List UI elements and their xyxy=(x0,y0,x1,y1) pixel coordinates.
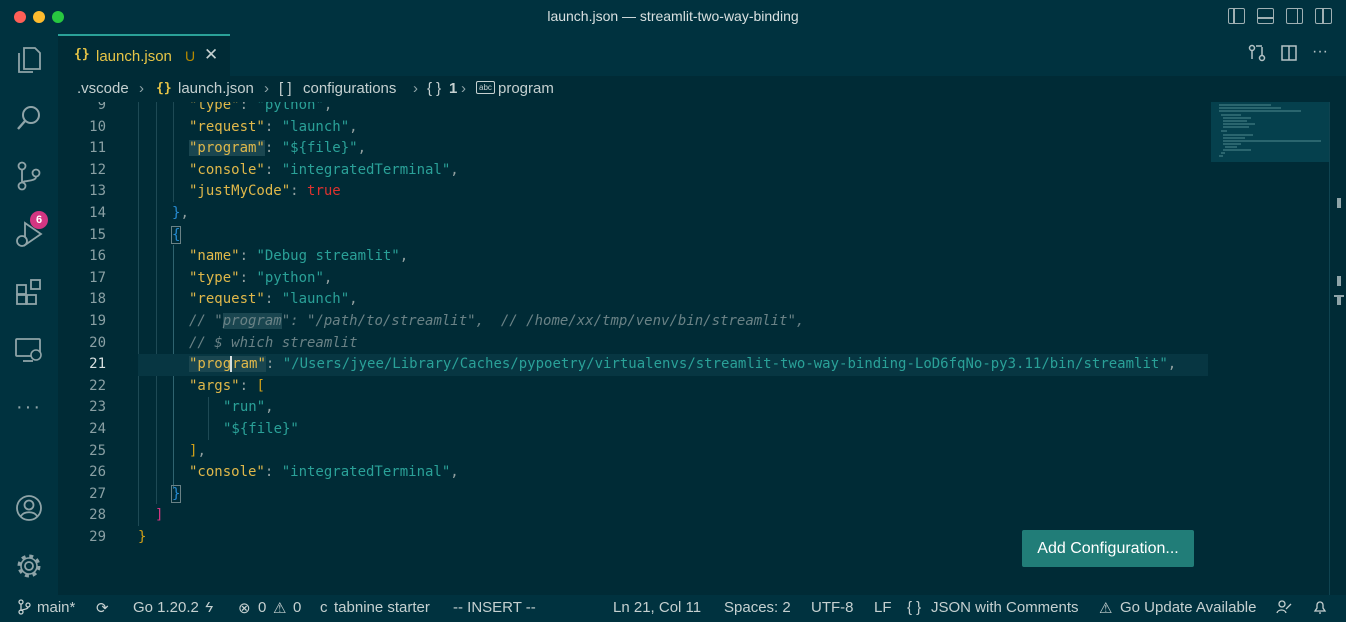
customize-layout-icon[interactable] xyxy=(1315,8,1332,24)
language-braces-icon: { } xyxy=(907,599,922,616)
tab-launch-json[interactable]: {} launch.json U ✕ xyxy=(58,34,230,76)
toggle-secondary-sidebar-icon[interactable] xyxy=(1286,8,1303,24)
run-and-debug-icon[interactable] xyxy=(13,218,45,250)
code-line: 25], xyxy=(89,442,206,459)
code-line: 13 "justMyCode": true xyxy=(89,183,341,200)
scrollbar-marker xyxy=(1337,276,1341,286)
language-mode[interactable]: JSON with Comments xyxy=(931,599,1079,616)
code-line: 22 "args": [ xyxy=(89,377,265,394)
tab-label: launch.json xyxy=(96,48,172,65)
indentation[interactable]: Spaces: 2 xyxy=(724,599,791,616)
chevron-right-icon: › xyxy=(264,80,269,97)
code-line: 15{ xyxy=(89,225,182,244)
code-line: 17 "type": "python", xyxy=(89,269,333,286)
code-line: 20// $ which streamlit xyxy=(89,334,358,351)
code-line: 27} xyxy=(89,484,182,503)
warning-count[interactable]: 0 xyxy=(293,599,301,616)
settings-gear-icon[interactable] xyxy=(13,550,45,582)
title-bar: launch.json — streamlit-two-way-binding xyxy=(0,0,1346,34)
encoding[interactable]: UTF-8 xyxy=(811,599,854,616)
branch-icon xyxy=(18,599,31,619)
chevron-right-icon: › xyxy=(461,80,466,97)
tab-git-status: U xyxy=(185,48,196,64)
warning-icon: ⚠ xyxy=(273,600,287,617)
code-line: 19// "program": "/path/to/streamlit", //… xyxy=(89,313,805,329)
go-version[interactable]: Go 1.20.2 xyxy=(133,599,199,616)
toggle-primary-sidebar-icon[interactable] xyxy=(1228,8,1245,24)
array-icon: [ ] xyxy=(279,80,292,97)
toggle-panel-icon[interactable] xyxy=(1257,8,1274,24)
search-icon[interactable] xyxy=(13,102,45,134)
open-changes-icon[interactable] xyxy=(1248,44,1266,67)
notifications-bell-icon[interactable] xyxy=(1312,599,1328,619)
layout-controls xyxy=(1228,8,1332,24)
warning-icon: ⚠ xyxy=(1099,600,1113,617)
scrollbar-marker xyxy=(1337,198,1341,208)
status-bar: main* ⟳ Go 1.20.2 ϟ ⊗ 0 ⚠ 0 ϲ tabnine st… xyxy=(0,595,1346,622)
chevron-right-icon: › xyxy=(413,80,418,97)
code-line: 11 "program": "${file}", xyxy=(89,140,367,157)
tabnine-status[interactable]: tabnine starter xyxy=(334,599,430,616)
more-views-icon[interactable]: ··· xyxy=(13,391,45,423)
scrollbar-marker xyxy=(1337,295,1341,305)
vim-mode: -- INSERT -- xyxy=(453,599,536,616)
code-editor[interactable]: 9 "type": "python", 10 "request": "launch"… xyxy=(58,102,1346,595)
cursor-position[interactable]: Ln 21, Col 11 xyxy=(613,599,701,616)
explorer-icon[interactable] xyxy=(13,44,45,76)
breadcrumb-property[interactable]: program xyxy=(498,80,554,97)
minimap[interactable] xyxy=(1211,102,1329,162)
sync-icon[interactable]: ⟳ xyxy=(96,599,109,617)
feedback-icon[interactable] xyxy=(1276,599,1292,619)
end-of-line[interactable]: LF xyxy=(874,599,892,616)
code-line: 26 "console": "integratedTerminal", xyxy=(89,464,459,481)
activity-bar: 6 ··· xyxy=(0,34,58,595)
code-line: 9 "type": "python", xyxy=(97,102,333,113)
code-line: 12 "console": "integratedTerminal", xyxy=(89,161,459,178)
extensions-icon[interactable] xyxy=(13,276,45,308)
remote-explorer-icon[interactable] xyxy=(13,334,45,366)
code-line-current: 21 "program": "/Users/jyee/Library/Caches… xyxy=(89,356,1177,373)
code-line: 28] xyxy=(89,507,164,524)
error-count[interactable]: 0 xyxy=(258,599,266,616)
code-line: 24 "${file}" xyxy=(89,421,299,437)
editor-actions: ··· xyxy=(1248,44,1328,67)
account-icon[interactable] xyxy=(13,492,45,524)
json-file-icon: {} xyxy=(74,47,90,62)
split-editor-icon[interactable] xyxy=(1280,44,1298,67)
editor-tab-bar: {} launch.json U ✕ ··· xyxy=(58,34,1346,76)
window-title: launch.json — streamlit-two-way-binding xyxy=(547,8,799,24)
add-configuration-button[interactable]: Add Configuration... xyxy=(1022,530,1194,567)
code-line: 10 "request": "launch", xyxy=(89,118,358,135)
code-line: 16 "name": "Debug streamlit", xyxy=(89,248,409,265)
breadcrumb-configurations[interactable]: configurations xyxy=(303,80,396,97)
code-line: 18 "request": "launch", xyxy=(89,291,358,308)
breadcrumb-index[interactable]: 1 xyxy=(449,80,457,97)
code-line: 23 "run", xyxy=(89,399,274,416)
lightning-icon: ϟ xyxy=(205,599,213,616)
object-icon: { } xyxy=(427,80,442,97)
breadcrumb-folder[interactable]: .vscode xyxy=(77,80,129,97)
tabnine-icon: ϲ xyxy=(320,599,328,616)
breadcrumb: .vscode › {} launch.json › [ ] configura… xyxy=(58,76,1346,102)
breadcrumb-file[interactable]: launch.json xyxy=(178,80,254,97)
chevron-right-icon: › xyxy=(139,80,144,97)
json-file-icon: {} xyxy=(156,81,172,96)
code-line: 14}, xyxy=(89,205,189,221)
git-branch[interactable]: main* xyxy=(37,599,75,616)
string-property-icon: abc xyxy=(476,81,495,94)
error-icon: ⊗ xyxy=(238,600,251,617)
close-tab-icon[interactable]: ✕ xyxy=(204,45,218,65)
more-actions-icon[interactable]: ··· xyxy=(1312,44,1328,67)
vertical-scrollbar[interactable] xyxy=(1329,102,1346,595)
go-update-available[interactable]: Go Update Available xyxy=(1120,599,1257,616)
source-control-icon[interactable] xyxy=(13,160,45,192)
